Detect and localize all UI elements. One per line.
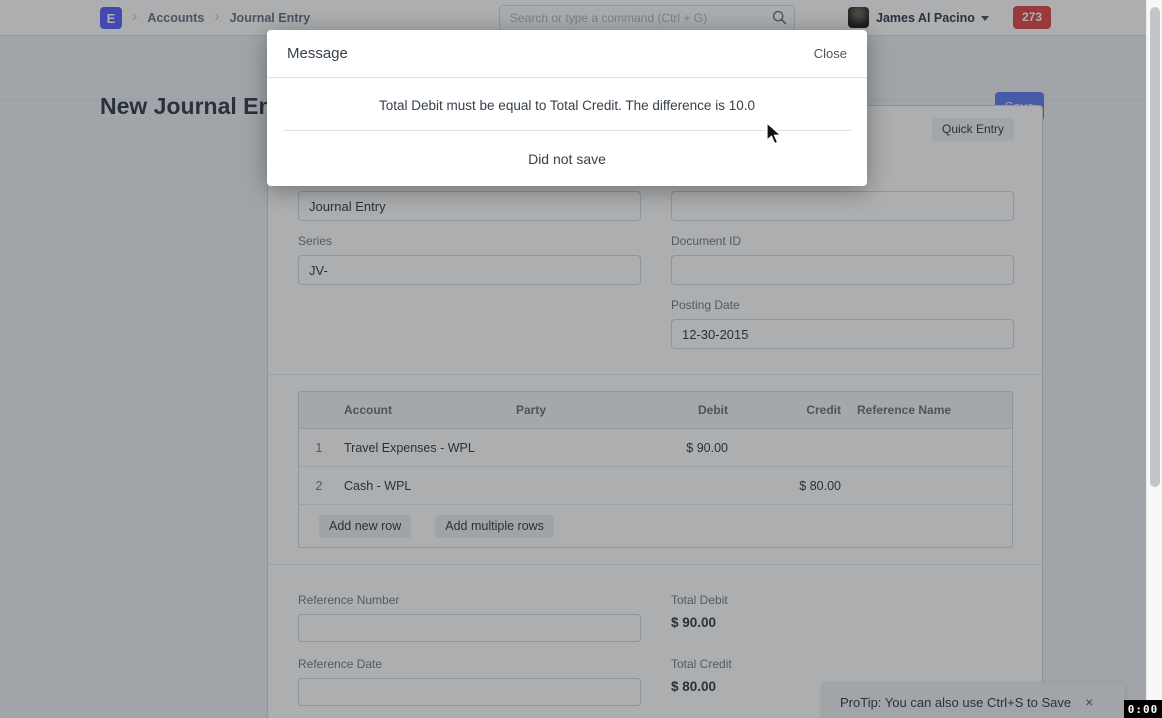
scrollbar-thumb[interactable]: [1150, 7, 1160, 487]
page-scrollbar[interactable]: [1146, 0, 1162, 718]
dialog-title: Message: [287, 45, 348, 62]
dialog-footer-note: Did not save: [267, 131, 867, 186]
app-window: E › Accounts › Journal Entry James Al Pa…: [0, 0, 1162, 718]
dialog-close-button[interactable]: Close: [814, 46, 847, 61]
screen-recorder-timer: 0:00: [1124, 700, 1162, 718]
dialog-message: Total Debit must be equal to Total Credi…: [267, 78, 867, 130]
message-dialog: Message Close Total Debit must be equal …: [267, 30, 867, 186]
dialog-header: Message Close: [267, 30, 867, 78]
